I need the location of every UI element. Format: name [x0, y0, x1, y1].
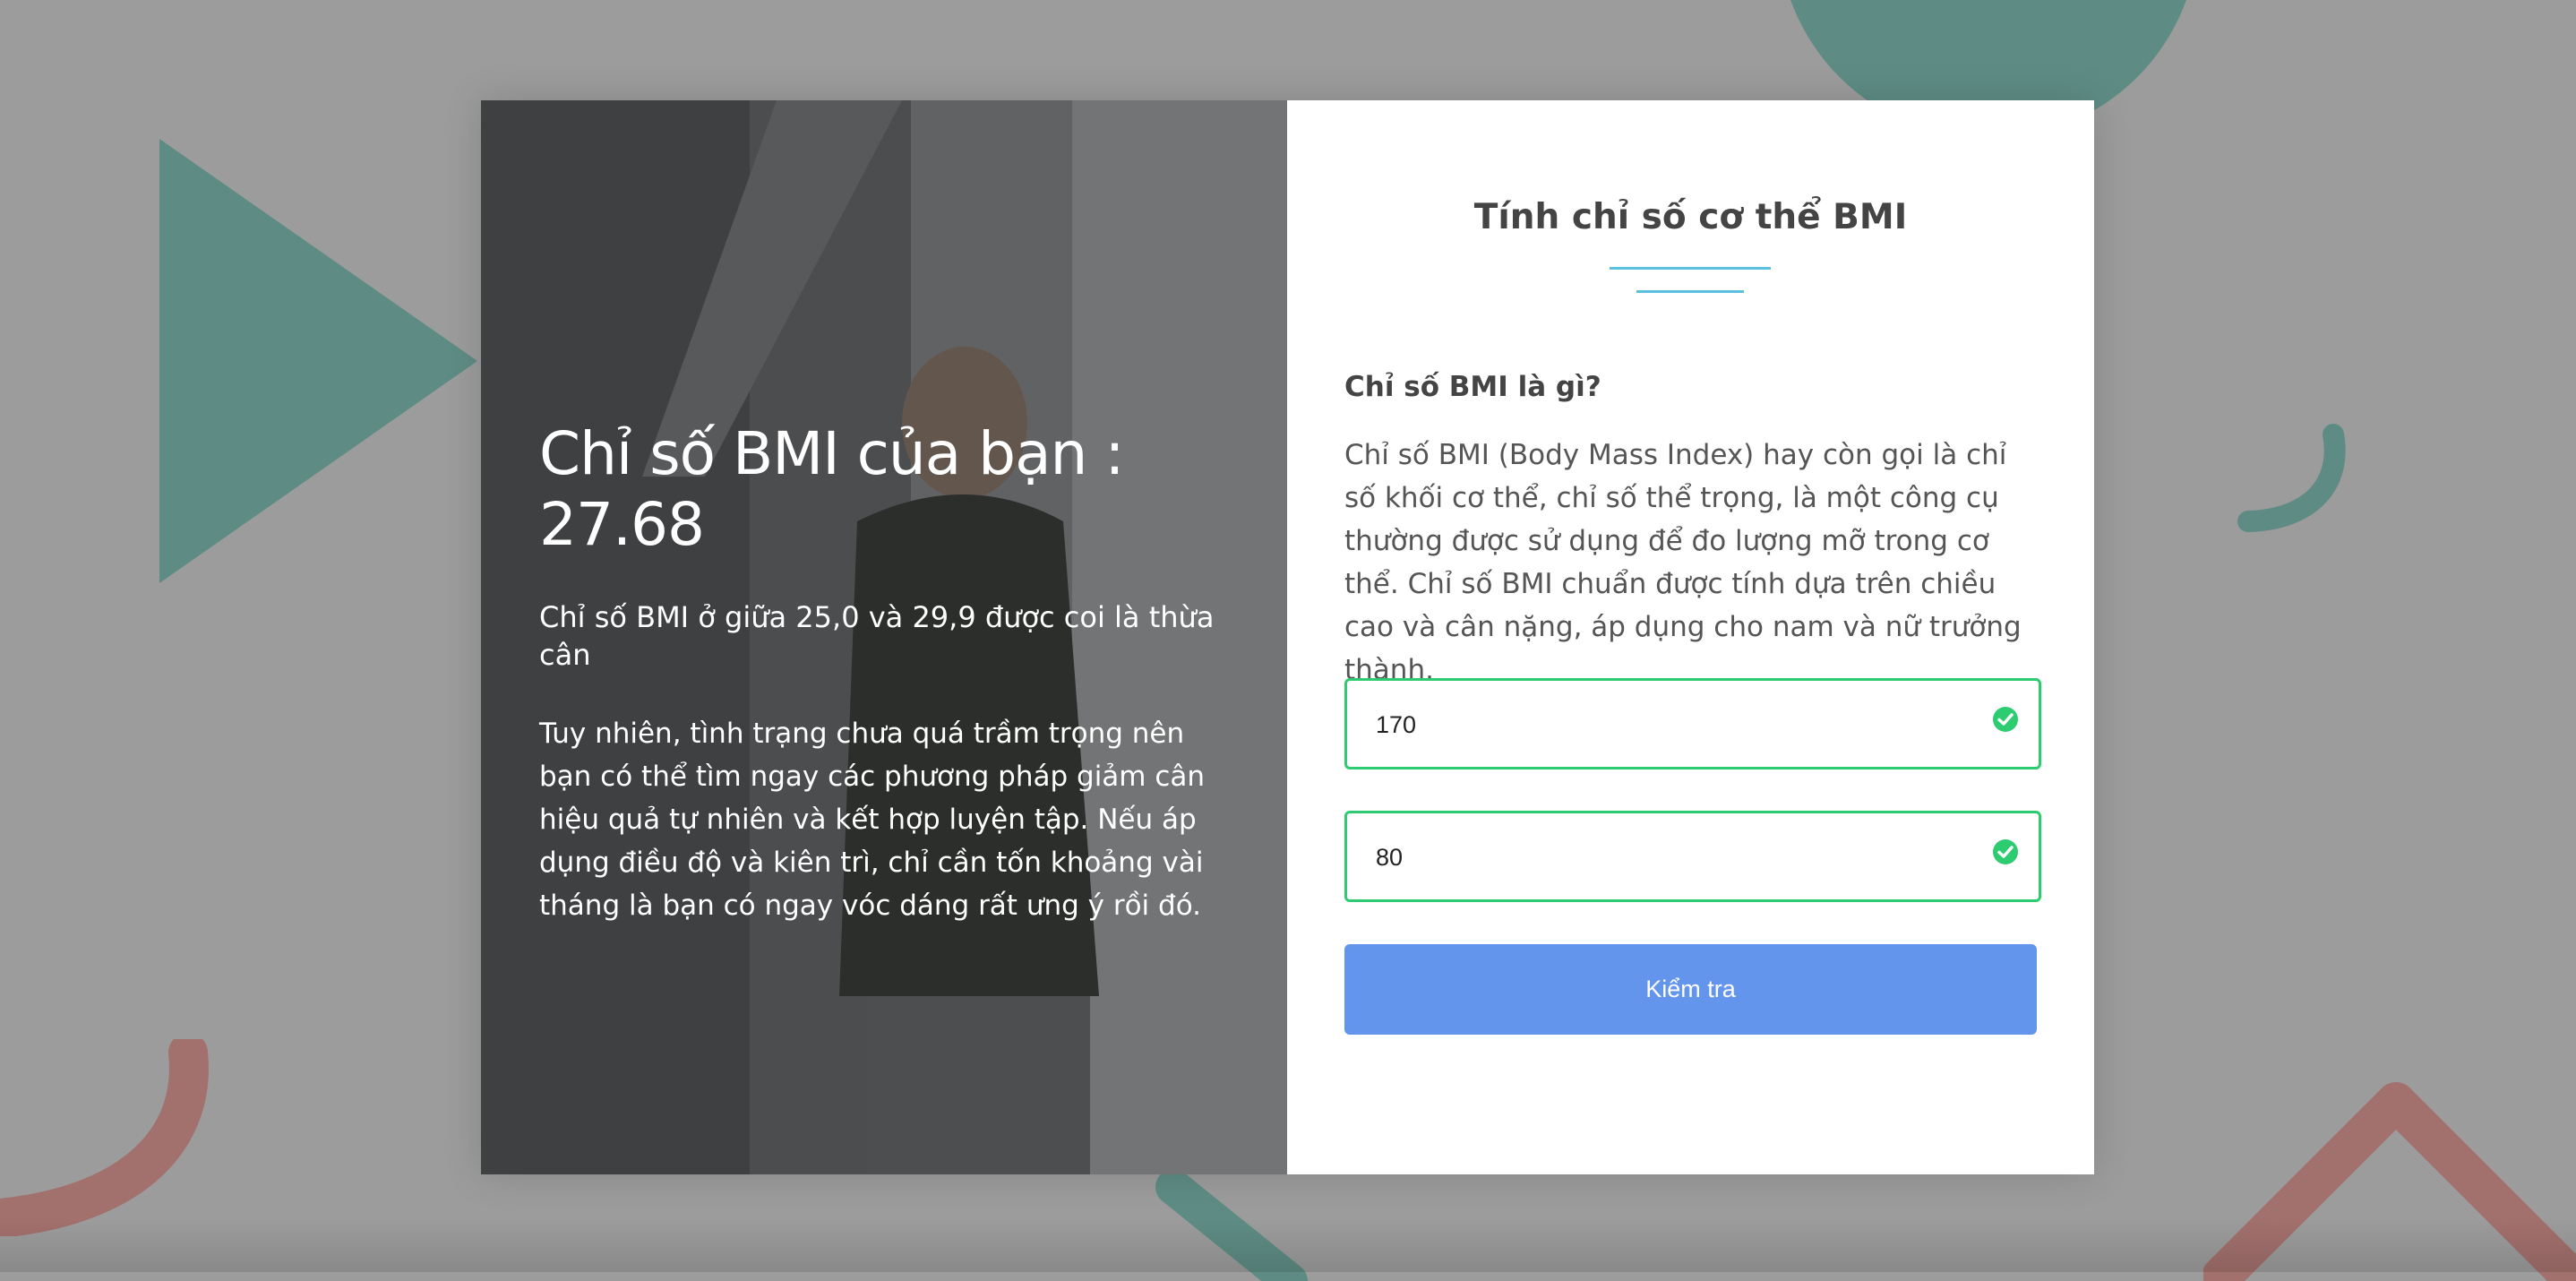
deco-arc-teal: [2230, 421, 2356, 546]
deco-triangle: [159, 139, 482, 587]
height-field: [1344, 678, 2041, 769]
height-input[interactable]: [1374, 681, 1951, 769]
result-content: Chỉ số BMI của bạn : 27.68 Chỉ số BMI ở …: [539, 418, 1238, 927]
weight-input[interactable]: [1374, 813, 1951, 901]
weight-field: [1344, 811, 2041, 902]
check-button[interactable]: Kiểm tra: [1344, 944, 2037, 1035]
bmi-advice-text: Tuy nhiên, tình trạng chưa quá trầm trọn…: [539, 717, 1206, 922]
bmi-range-text: Chỉ số BMI ở giữa 25,0 và 29,9 được coi …: [539, 600, 1215, 672]
bmi-result-title: Chỉ số BMI của bạn : 27.68: [539, 419, 1125, 560]
form-panel: Tính chỉ số cơ thể BMI Chỉ số BMI là gì?…: [1287, 100, 2094, 1174]
form-title: Tính chỉ số cơ thể BMI: [1473, 197, 1908, 237]
bmi-card: Chỉ số BMI của bạn : 27.68 Chỉ số BMI ở …: [481, 100, 2094, 1174]
bmi-question-heading: Chỉ số BMI là gì?: [1344, 371, 1601, 403]
check-circle-icon: [1993, 707, 2018, 732]
bmi-description: Chỉ số BMI (Body Mass Index) hay còn gọi…: [1344, 439, 2022, 686]
deco-arc-red: [0, 1039, 233, 1236]
title-underline-long: [1610, 267, 1771, 270]
check-circle-icon: [1993, 839, 2018, 864]
result-panel: Chỉ số BMI của bạn : 27.68 Chỉ số BMI ở …: [481, 100, 1287, 1174]
bottom-shadow: [0, 1218, 2576, 1272]
title-underline-short: [1636, 290, 1744, 293]
